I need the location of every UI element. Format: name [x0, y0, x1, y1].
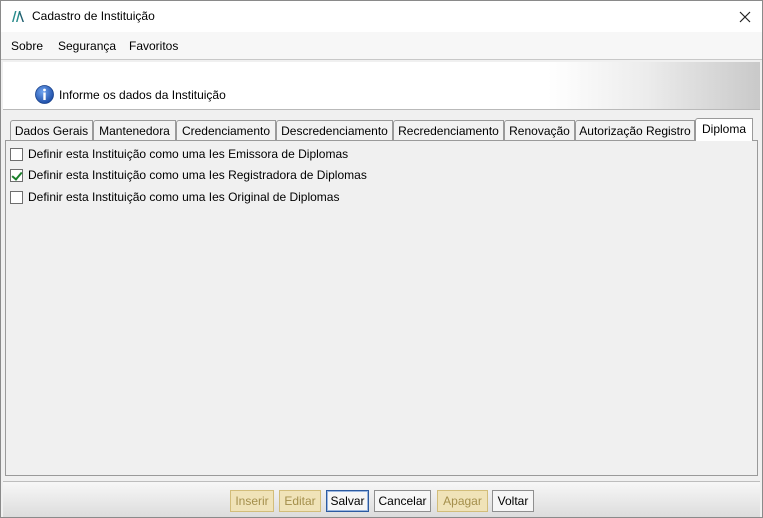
tab-descredenciamento[interactable]: Descredenciamento	[276, 120, 393, 140]
title-bar: Cadastro de Instituição	[1, 1, 762, 32]
header-banner: Informe os dados da Instituição	[3, 62, 760, 110]
tab-renovacao[interactable]: Renovação	[504, 120, 575, 140]
close-icon	[739, 11, 751, 22]
checkbox-row-original[interactable]: Definir esta Instituição como uma Ies Or…	[10, 189, 339, 205]
voltar-button[interactable]: Voltar	[492, 490, 534, 512]
salvar-button[interactable]: Salvar	[326, 490, 369, 512]
tab-autorizacao-registro[interactable]: Autorização Registro	[575, 120, 695, 140]
menu-seguranca[interactable]: Segurança	[58, 39, 116, 53]
tab-credenciamento[interactable]: Credenciamento	[176, 120, 276, 140]
checkbox-label-registradora: Definir esta Instituição como uma Ies Re…	[28, 168, 367, 182]
checkbox-registradora[interactable]	[10, 168, 23, 182]
app-logo-icon	[12, 11, 24, 22]
menu-favoritos[interactable]: Favoritos	[129, 39, 178, 53]
checkbox-row-emissora[interactable]: Definir esta Instituição como uma Ies Em…	[10, 146, 348, 162]
header-instruction: Informe os dados da Instituição	[59, 88, 226, 102]
button-bar: Inserir Editar Salvar Cancelar Apagar Vo…	[3, 481, 760, 517]
checkbox-label-original: Definir esta Instituição como uma Ies Or…	[28, 190, 340, 204]
menu-bar: Sobre Segurança Favoritos	[1, 32, 762, 60]
tab-recredenciamento[interactable]: Recredenciamento	[393, 120, 504, 140]
info-icon	[35, 85, 54, 104]
apagar-button[interactable]: Apagar	[437, 490, 488, 512]
tab-dados-gerais[interactable]: Dados Gerais	[10, 120, 93, 140]
diploma-panel: Definir esta Instituição como uma Ies Em…	[5, 140, 758, 476]
window-title: Cadastro de Instituição	[32, 9, 155, 23]
close-button[interactable]	[728, 1, 762, 32]
checkbox-emissora[interactable]	[10, 147, 23, 161]
menu-sobre[interactable]: Sobre	[11, 39, 43, 53]
tab-diploma[interactable]: Diploma	[695, 118, 753, 141]
checkbox-row-registradora[interactable]: Definir esta Instituição como uma Ies Re…	[10, 167, 367, 183]
editar-button[interactable]: Editar	[279, 490, 321, 512]
checkbox-label-emissora: Definir esta Instituição como uma Ies Em…	[28, 147, 349, 161]
inserir-button[interactable]: Inserir	[230, 490, 274, 512]
application-window: Cadastro de Instituição Sobre Segurança …	[0, 0, 763, 518]
tab-mantenedora[interactable]: Mantenedora	[93, 120, 176, 140]
checkbox-original[interactable]	[10, 190, 23, 204]
cancelar-button[interactable]: Cancelar	[374, 490, 431, 512]
